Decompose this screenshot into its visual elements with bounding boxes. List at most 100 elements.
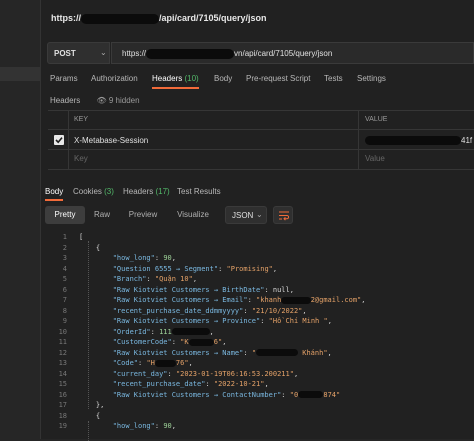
code-line: "Code": "H 76", xyxy=(79,359,193,367)
table-divider xyxy=(358,110,359,170)
tab-authorization[interactable]: Authorization xyxy=(91,74,138,83)
line-number: 16 xyxy=(58,390,67,399)
json-number: 90 xyxy=(163,254,172,262)
tab-tests[interactable]: Tests xyxy=(324,74,343,83)
tab-pre-request-script-label: Pre-request Script xyxy=(246,74,311,83)
headers-heading: Headers 👁 9 hidden xyxy=(50,96,140,105)
json-punct: : xyxy=(281,390,290,399)
json-punct: : xyxy=(243,348,252,357)
header-key-cell[interactable]: X-Metabase-Session xyxy=(74,136,148,145)
response-tab-body-label: Body xyxy=(45,187,64,196)
line-number: 8 xyxy=(62,306,67,315)
headers-heading-label: Headers xyxy=(50,96,81,105)
line-number: 9 xyxy=(62,317,67,325)
tab-active-underline xyxy=(45,199,64,201)
response-view-bar: Pretty Raw Preview Visualize JSON ⌄ xyxy=(45,206,474,226)
json-punct: }, xyxy=(79,401,105,409)
tab-pre-request-script[interactable]: Pre-request Script xyxy=(246,74,310,83)
json-string: "Promising" xyxy=(226,264,273,273)
view-raw-button[interactable]: Raw xyxy=(87,206,117,224)
tab-settings[interactable]: Settings xyxy=(357,74,386,83)
json-string: "K xyxy=(180,338,189,346)
response-tab-cookies-count: (3) xyxy=(104,187,114,196)
view-pretty-button[interactable]: Pretty xyxy=(45,206,85,224)
wrap-lines-button[interactable] xyxy=(273,206,293,224)
url-suffix: vn/api/card/7105/query/json xyxy=(234,49,333,59)
format-label: JSON xyxy=(232,211,254,220)
line-number: 2 xyxy=(62,243,67,252)
redacted-value xyxy=(298,391,324,398)
tab-headers[interactable]: Headers (10) xyxy=(152,74,199,89)
response-tab-cookies-label: Cookies xyxy=(73,187,102,196)
value-placeholder[interactable]: Value xyxy=(365,154,385,163)
code-line: "Raw Kiotviet Customers → BirthDate": nu… xyxy=(79,286,294,294)
view-preview-button[interactable]: Preview xyxy=(121,206,165,224)
code-line: [ xyxy=(79,233,83,241)
url-input[interactable]: https:// vn/api/card/7105/query/json xyxy=(111,42,474,64)
code-line: "how_long": 90, xyxy=(79,254,176,262)
table-border-top xyxy=(48,110,474,111)
json-key: "Raw Kiotviet Customers → BirthDate" xyxy=(112,285,265,294)
header-value-cell[interactable]: 41f xyxy=(365,136,472,146)
code-line: "CustomerCode": "K 6", xyxy=(79,338,227,346)
json-string: "khanh xyxy=(256,296,282,304)
tab-body[interactable]: Body xyxy=(214,74,232,83)
json-string: 6" xyxy=(213,338,223,346)
response-tab-test-results[interactable]: Test Results xyxy=(177,187,221,196)
response-tab-test-results-label: Test Results xyxy=(177,187,221,196)
table-border-bottom xyxy=(48,169,474,170)
hidden-headers-toggle[interactable]: 👁 9 hidden xyxy=(96,96,139,105)
tab-authorization-label: Authorization xyxy=(91,74,138,83)
sidebar-selected-item[interactable] xyxy=(0,67,40,81)
request-bar: POST ⌄ https:// vn/api/card/7105/query/js… xyxy=(47,42,474,64)
code-line: "OrderId": 111, xyxy=(79,328,214,336)
code-line: "how_long": 90, xyxy=(79,422,176,430)
redacted-url-host xyxy=(146,49,235,59)
json-punct: : xyxy=(247,296,257,304)
json-punct: : xyxy=(243,306,252,315)
response-tab-body[interactable]: Body xyxy=(45,187,64,201)
json-string: "Hồ Chí Minh " xyxy=(268,317,328,325)
json-key: "Raw Kiotviet Customers → ContactNumber" xyxy=(112,390,282,399)
url-prefix: https:// xyxy=(122,49,147,59)
tab-headers-count: (10) xyxy=(184,74,199,83)
redacted-host xyxy=(81,13,159,24)
tab-params[interactable]: Params xyxy=(50,74,78,83)
tab-active-underline xyxy=(152,87,199,89)
line-number: 13 xyxy=(58,359,67,367)
json-punct: : xyxy=(146,275,155,283)
redacted-value xyxy=(256,349,299,356)
view-visualize-button[interactable]: Visualize xyxy=(169,206,217,224)
tab-body-label: Body xyxy=(214,74,233,83)
json-string: 874" xyxy=(323,390,341,399)
response-tab-cookies[interactable]: Cookies (3) xyxy=(73,187,114,196)
response-code-viewer[interactable]: 1 [2 {3 "how_long": 90, 4 "Question 6555 →… xyxy=(41,232,474,441)
json-key: "how_long" xyxy=(112,254,155,262)
json-punct: , xyxy=(264,380,269,388)
line-number: 14 xyxy=(58,369,67,378)
json-punct xyxy=(79,422,113,430)
code-line: "Raw Kiotviet Customers → Province": "Hồ… xyxy=(79,317,332,325)
json-punct: : xyxy=(167,369,176,378)
request-title-suffix: /api/card/7105/query/json xyxy=(159,13,267,23)
json-punct xyxy=(79,370,113,378)
json-key: "Question 6555 → Segment" xyxy=(112,264,219,273)
json-punct: : null, xyxy=(264,285,294,294)
line-number: 12 xyxy=(58,348,67,357)
method-select[interactable]: POST ⌄ xyxy=(47,42,110,64)
json-key: "CustomerCode" xyxy=(112,338,172,346)
json-key: "OrderId" xyxy=(112,327,151,336)
response-tab-headers[interactable]: Headers (17) xyxy=(123,187,170,196)
key-placeholder[interactable]: Key xyxy=(74,154,88,163)
json-punct: , xyxy=(171,254,176,262)
json-key: "Raw Kiotviet Customers → Name" xyxy=(112,348,244,357)
header-enabled-checkbox[interactable] xyxy=(54,135,64,145)
line-number: 4 xyxy=(62,264,67,273)
code-line: "Branch": "Quận 10", xyxy=(79,275,197,283)
json-punct xyxy=(79,391,113,399)
redacted-value xyxy=(281,296,311,304)
json-string: "2023-01-19T06:16:53.200211" xyxy=(175,369,294,378)
table-divider xyxy=(68,110,69,170)
format-select[interactable]: JSON ⌄ xyxy=(225,206,267,224)
method-label: POST xyxy=(54,49,76,58)
